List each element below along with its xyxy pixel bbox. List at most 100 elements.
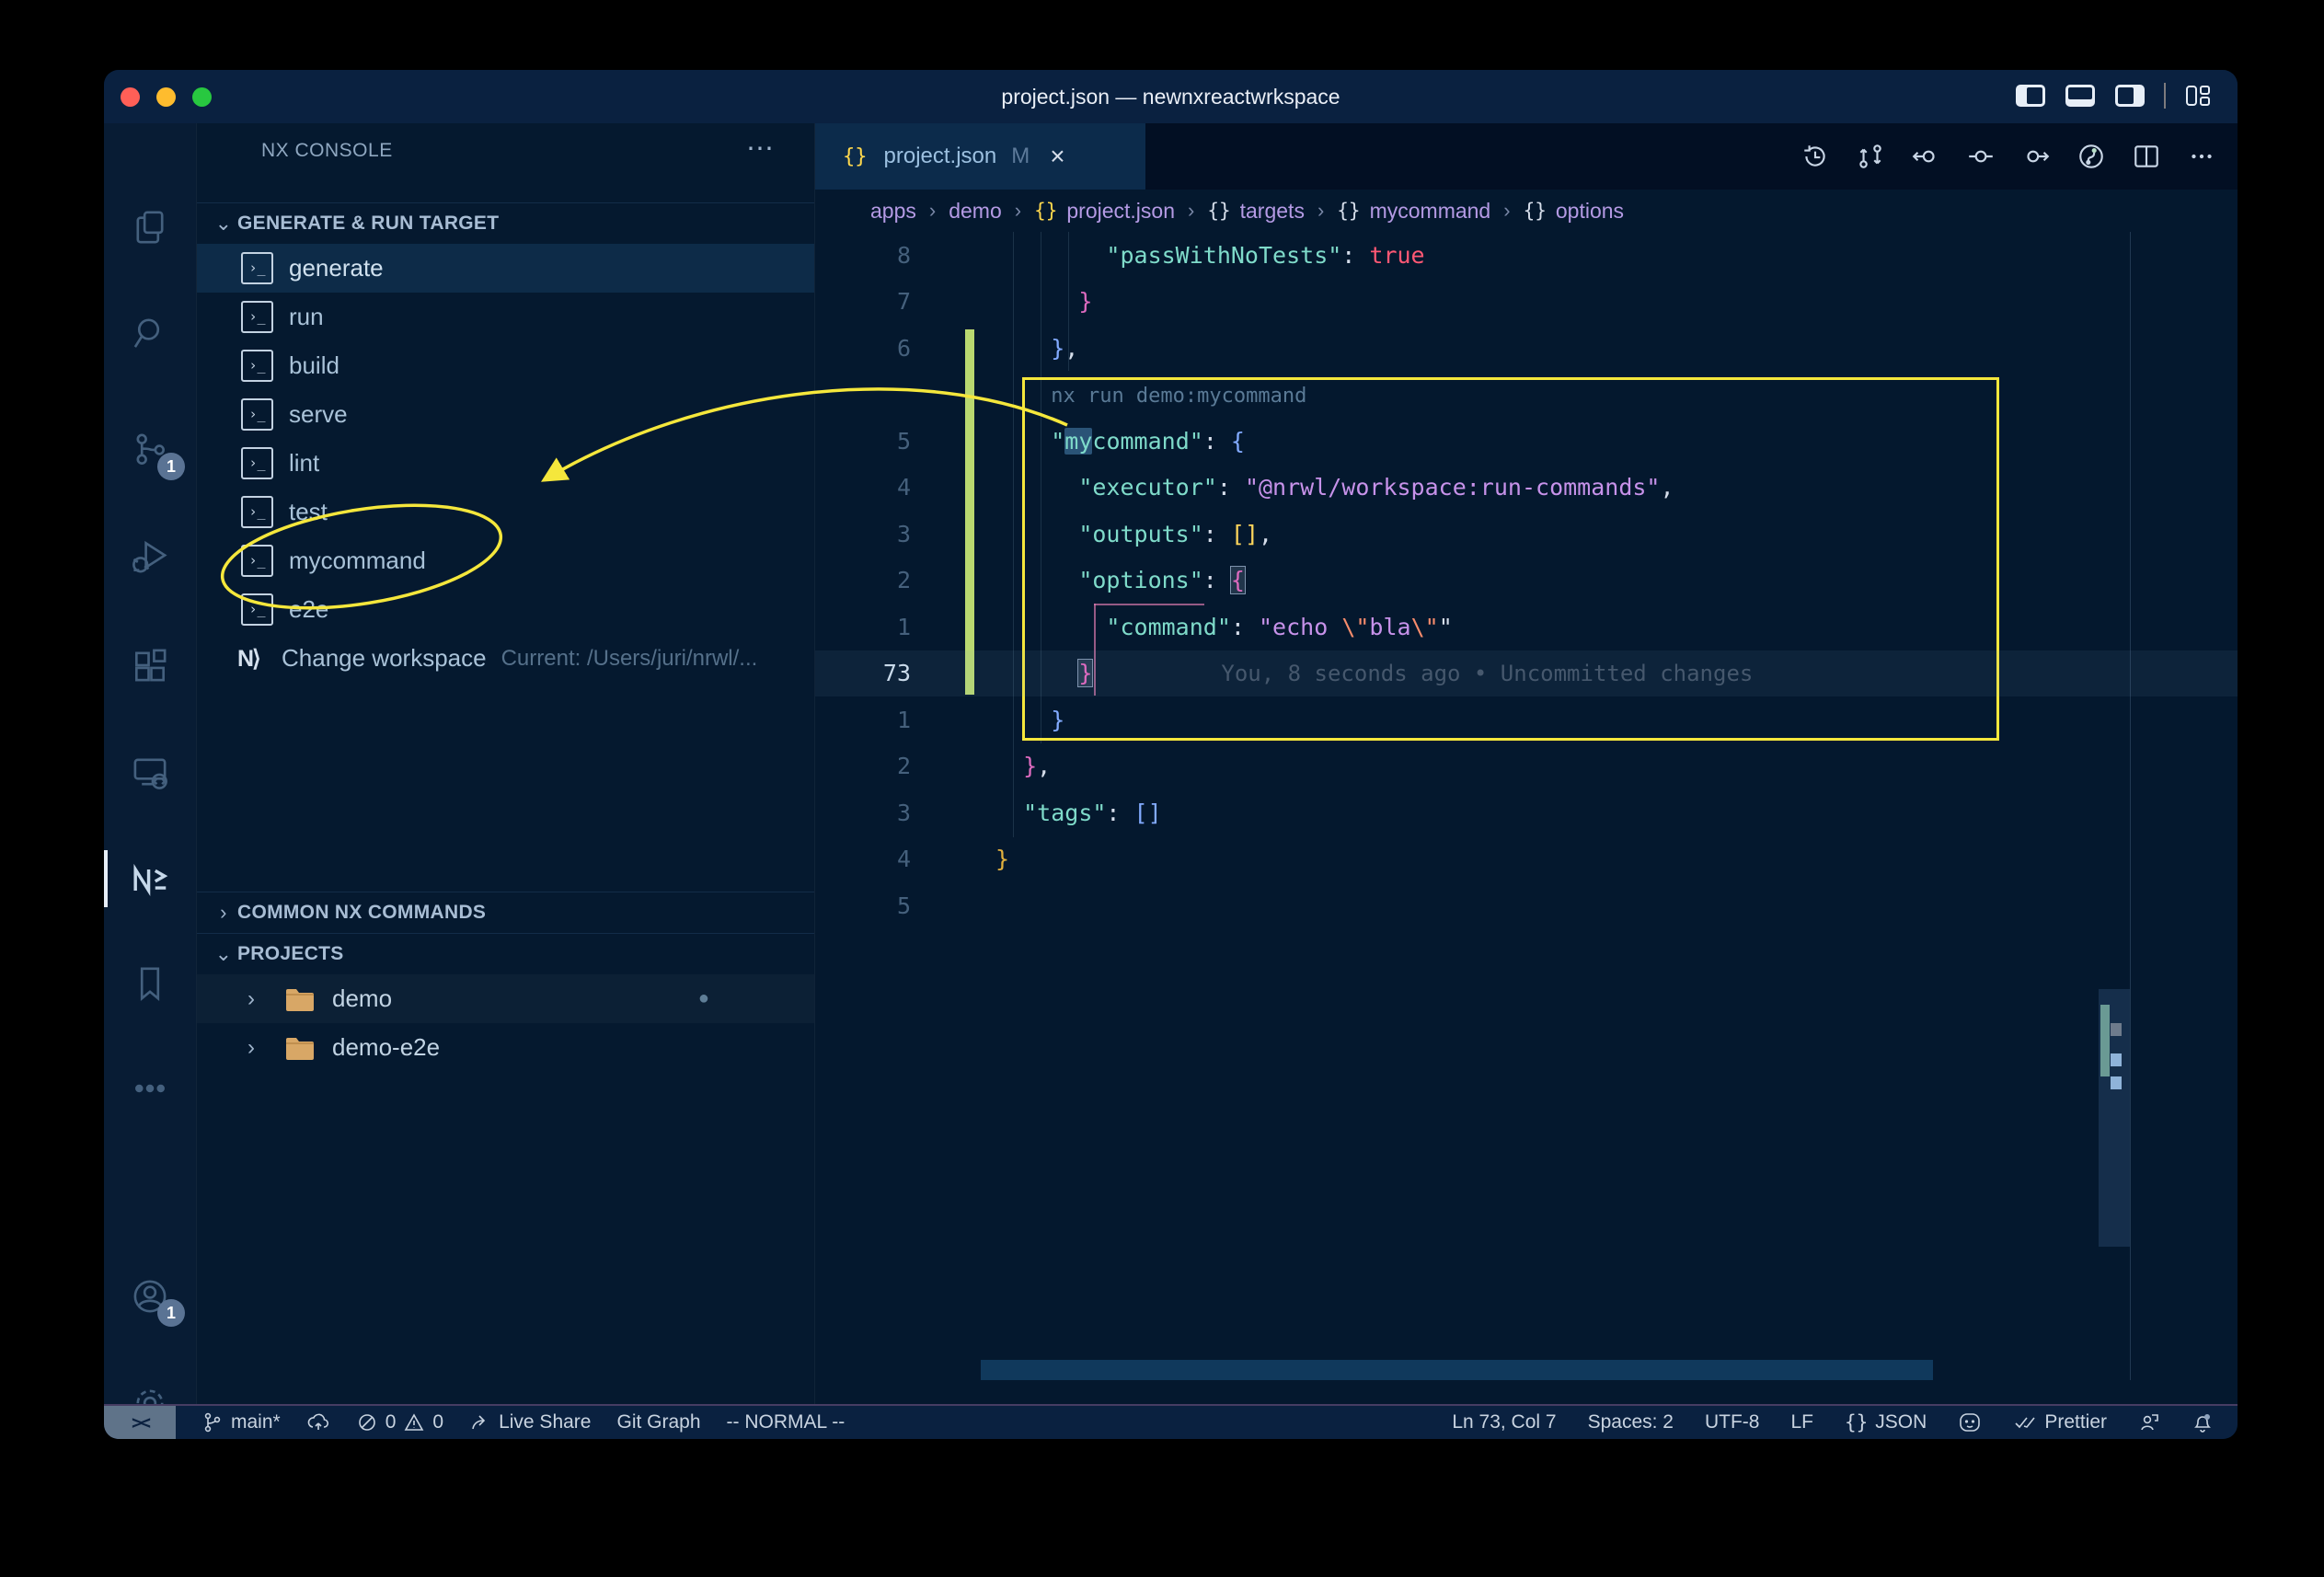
feedback-button[interactable] bbox=[2138, 1411, 2160, 1433]
bookmarks-icon[interactable] bbox=[104, 944, 196, 1023]
remote-indicator[interactable]: >< bbox=[104, 1406, 176, 1439]
breadcrumb-mycommand[interactable]: {}mycommand bbox=[1337, 199, 1490, 224]
code-line[interactable]: 1 } bbox=[815, 696, 2238, 743]
code-editor[interactable]: 8 "passWithNoTests": true7 }6 }, nx run … bbox=[815, 232, 2238, 1380]
terminal-icon: ›_ bbox=[241, 496, 273, 528]
code-text: "mycommand": { bbox=[926, 428, 1245, 455]
code-line[interactable]: 2 "options": { bbox=[815, 558, 2238, 604]
target-label: e2e bbox=[289, 595, 328, 624]
target-item-build[interactable]: ›_build bbox=[197, 341, 815, 390]
remote-explorer-icon[interactable] bbox=[104, 732, 196, 812]
nx-console-icon[interactable] bbox=[104, 839, 196, 918]
code-line[interactable]: 4 "executor": "@nrwl/workspace:run-comma… bbox=[815, 465, 2238, 512]
split-editor-icon[interactable] bbox=[2132, 142, 2161, 171]
git-graph-button[interactable]: Git Graph bbox=[616, 1411, 700, 1433]
source-control-icon[interactable]: 1 bbox=[104, 410, 196, 489]
target-item-test[interactable]: ›_test bbox=[197, 488, 815, 536]
search-icon[interactable] bbox=[104, 293, 196, 372]
section-label: COMMON NX COMMANDS bbox=[237, 902, 486, 924]
code-line[interactable]: 1 "command": "echo \"bla\"" bbox=[815, 604, 2238, 650]
code-line[interactable]: 4} bbox=[815, 836, 2238, 883]
code-line[interactable]: 5 "mycommand": { bbox=[815, 418, 2238, 465]
prettier-status[interactable]: Prettier bbox=[2013, 1411, 2107, 1433]
error-count: 0 bbox=[385, 1411, 397, 1433]
customize-layout-icon[interactable] bbox=[2184, 83, 2212, 109]
problems-status[interactable]: 0 0 bbox=[356, 1411, 443, 1433]
overview-ruler-modified-mark bbox=[2100, 1005, 2110, 1076]
more-views-icon[interactable] bbox=[104, 1049, 196, 1128]
current-workspace-path: Current: /Users/juri/nrwl/... bbox=[501, 646, 758, 672]
code-line[interactable]: 8 "passWithNoTests": true bbox=[815, 232, 2238, 279]
branch-name: main* bbox=[231, 1411, 281, 1433]
code-line[interactable]: 7 } bbox=[815, 279, 2238, 326]
live-share-button[interactable]: Live Share bbox=[469, 1411, 591, 1433]
code-text: } bbox=[926, 707, 1064, 733]
folder-icon bbox=[284, 986, 316, 1012]
eol-setting[interactable]: LF bbox=[1790, 1411, 1813, 1433]
breadcrumb-options[interactable]: {}options bbox=[1524, 199, 1624, 224]
timeline-icon[interactable] bbox=[1801, 142, 1830, 171]
run-debug-icon[interactable] bbox=[104, 517, 196, 596]
chevron-right-icon: › bbox=[247, 1035, 275, 1061]
sidebar-title: NX CONSOLE bbox=[261, 140, 393, 162]
notifications-button[interactable] bbox=[2192, 1411, 2214, 1433]
folder-icon bbox=[284, 1035, 316, 1061]
code-line[interactable]: 3 "outputs": [], bbox=[815, 511, 2238, 558]
more-actions-icon[interactable] bbox=[2187, 142, 2216, 171]
section-label: GENERATE & RUN TARGET bbox=[237, 213, 499, 235]
target-item-serve[interactable]: ›_serve bbox=[197, 390, 815, 439]
cursor-position[interactable]: Ln 73, Col 7 bbox=[1452, 1411, 1556, 1433]
target-item-mycommand[interactable]: ›_mycommand bbox=[197, 536, 815, 585]
toggle-sidebar-left-icon[interactable] bbox=[2015, 83, 2046, 109]
close-icon[interactable]: × bbox=[1050, 142, 1064, 171]
section-header-generate[interactable]: ⌄ GENERATE & RUN TARGET bbox=[197, 203, 815, 244]
breadcrumb-demo[interactable]: demo bbox=[949, 199, 1002, 224]
breadcrumb-project-json[interactable]: {}project.json bbox=[1034, 199, 1175, 224]
project-item-demo[interactable]: › demo ● bbox=[197, 974, 815, 1023]
code-text: "outputs": [], bbox=[926, 521, 1272, 547]
line-number: 3 bbox=[815, 521, 926, 547]
code-line[interactable]: 6 }, bbox=[815, 325, 2238, 372]
codelens-line[interactable]: nx run demo:mycommand bbox=[815, 372, 2238, 419]
current-change-icon[interactable] bbox=[1966, 142, 1996, 171]
target-item-e2e[interactable]: ›_e2e bbox=[197, 585, 815, 634]
nx-console-sidebar: NX CONSOLE ⋯ ⌄ GENERATE & RUN TARGET ›_g… bbox=[196, 123, 815, 1406]
extensions-icon[interactable] bbox=[104, 626, 196, 705]
encoding-setting[interactable]: UTF-8 bbox=[1705, 1411, 1760, 1433]
target-item-lint[interactable]: ›_lint bbox=[197, 439, 815, 488]
sidebar-more-actions-icon[interactable]: ⋯ bbox=[746, 132, 774, 165]
code-line[interactable]: 3 "tags": [] bbox=[815, 789, 2238, 836]
target-item-generate[interactable]: ›_generate bbox=[197, 244, 815, 293]
tab-project-json[interactable]: {} project.json M × bbox=[815, 123, 1145, 190]
line-number: 2 bbox=[815, 567, 926, 593]
horizontal-scrollbar[interactable] bbox=[981, 1360, 1933, 1380]
sync-changes-button[interactable] bbox=[306, 1411, 330, 1433]
git-branch-status[interactable]: main* bbox=[201, 1411, 281, 1433]
explorer-icon[interactable] bbox=[104, 188, 196, 267]
vim-mode-indicator[interactable]: -- NORMAL -- bbox=[727, 1411, 846, 1433]
toggle-panel-icon[interactable] bbox=[2065, 83, 2096, 109]
code-text: "passWithNoTests": true bbox=[926, 242, 1425, 269]
change-workspace-item[interactable]: N⟩ Change workspace Current: /Users/juri… bbox=[197, 634, 815, 683]
code-text: }, bbox=[926, 335, 1078, 362]
code-line[interactable]: 2 }, bbox=[815, 743, 2238, 790]
target-item-run[interactable]: ›_run bbox=[197, 293, 815, 341]
toggle-sidebar-right-icon[interactable] bbox=[2114, 83, 2146, 109]
octoface-button[interactable] bbox=[1958, 1411, 1982, 1433]
activity-bar: 1 1 1 bbox=[104, 123, 196, 1406]
language-mode[interactable]: {}JSON bbox=[1845, 1411, 1927, 1433]
git-compare-icon[interactable] bbox=[1856, 142, 1885, 171]
code-line[interactable]: 73 }You, 8 seconds ago • Uncommitted cha… bbox=[815, 650, 2238, 697]
gitlens-graph-icon[interactable] bbox=[2077, 142, 2106, 171]
previous-change-icon[interactable] bbox=[1911, 142, 1940, 171]
breadcrumb-targets[interactable]: {}targets bbox=[1207, 199, 1305, 224]
indentation-setting[interactable]: Spaces: 2 bbox=[1588, 1411, 1674, 1433]
code-text: }, bbox=[926, 753, 1051, 779]
accounts-icon[interactable]: 1 bbox=[104, 1257, 196, 1336]
next-change-icon[interactable] bbox=[2021, 142, 2051, 171]
breadcrumb-apps[interactable]: apps bbox=[870, 199, 916, 224]
code-line[interactable]: 5 bbox=[815, 882, 2238, 929]
project-item-demo-e2e[interactable]: › demo-e2e bbox=[197, 1023, 815, 1072]
section-header-projects[interactable]: ⌄ PROJECTS bbox=[197, 934, 815, 974]
section-header-common[interactable]: › COMMON NX COMMANDS bbox=[197, 892, 815, 933]
